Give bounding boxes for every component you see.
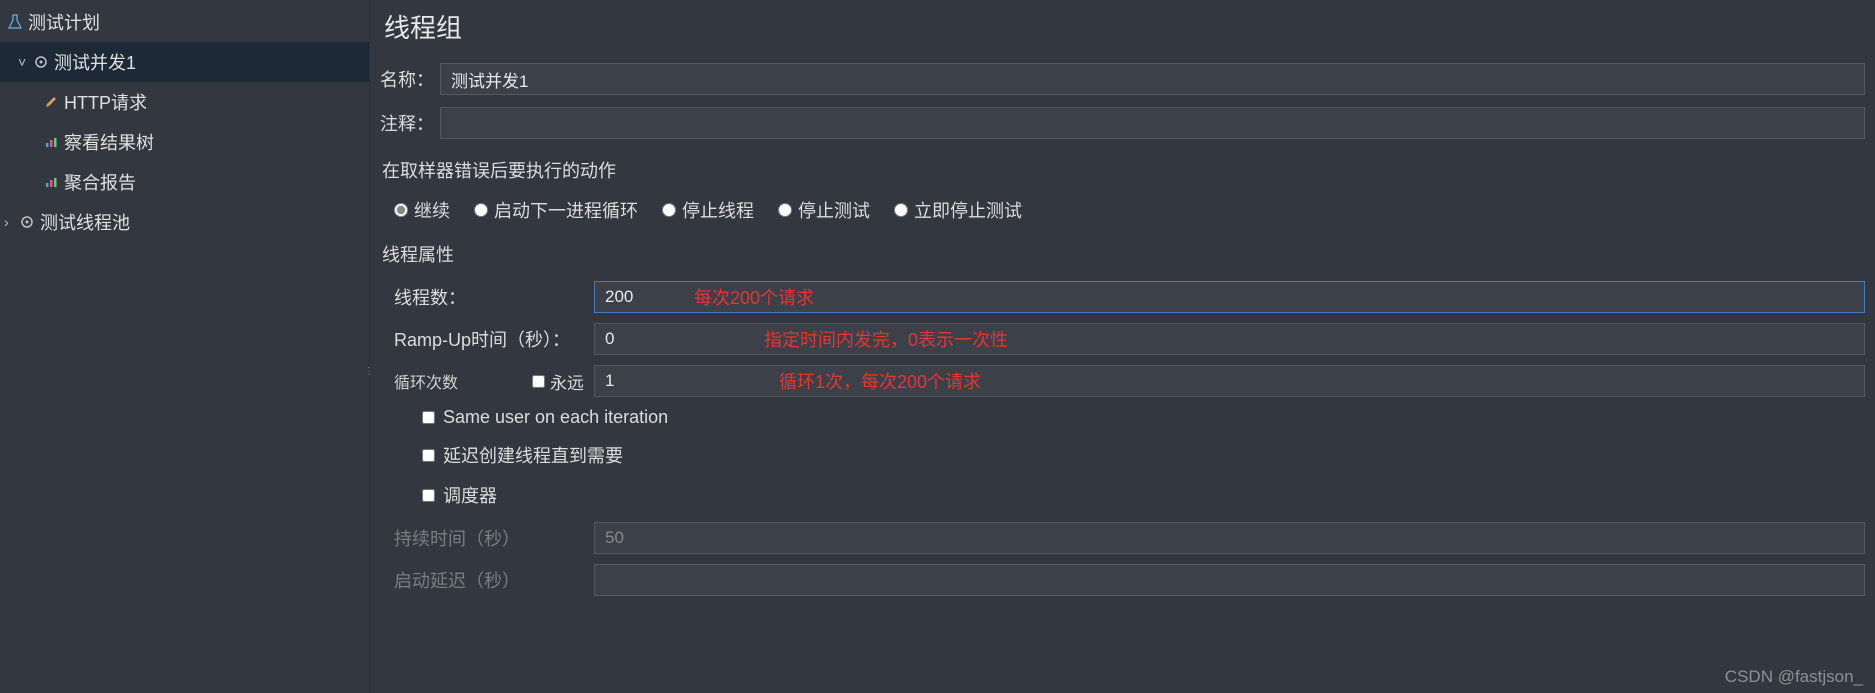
tree-item-thread-pool[interactable]: › 测试线程池 [0, 202, 369, 242]
startup-delay-label: 启动延迟（秒） [394, 567, 594, 593]
radio-continue[interactable]: 继续 [394, 197, 450, 223]
comment-input[interactable] [440, 107, 1865, 139]
duration-label: 持续时间（秒） [394, 525, 594, 551]
duration-input[interactable] [594, 522, 1865, 554]
sidebar: 测试计划 ˅ 测试并发1 HTTP请求 察看结果树 聚合报告 › 测试线程池 [0, 0, 370, 693]
tree-item-label: 察看结果树 [64, 129, 154, 155]
tree-item-http-request[interactable]: HTTP请求 [0, 82, 369, 122]
pencil-icon [42, 95, 60, 109]
name-label: 名称： [380, 66, 440, 92]
gear-icon [18, 214, 36, 230]
tree-item-label: 测试线程池 [40, 209, 130, 235]
radio-stop-thread[interactable]: 停止线程 [662, 197, 754, 223]
tree-item-label: 聚合报告 [64, 169, 136, 195]
tree-item-thread-group-1[interactable]: ˅ 测试并发1 [0, 42, 369, 82]
loops-input[interactable] [594, 365, 1865, 397]
scheduler-checkbox[interactable]: 调度器 [422, 482, 1865, 508]
chart-icon [42, 175, 60, 189]
startup-delay-input[interactable] [594, 564, 1865, 596]
gear-icon [32, 54, 50, 70]
forever-checkbox[interactable]: 永远 [532, 369, 584, 394]
tree-item-label: HTTP请求 [64, 89, 147, 115]
rampup-label: Ramp-Up时间（秒）： [394, 326, 594, 352]
error-action-radio-group: 继续 启动下一进程循环 停止线程 停止测试 立即停止测试 [394, 197, 1865, 223]
same-user-checkbox[interactable]: Same user on each iteration [422, 407, 1865, 428]
page-title: 线程组 [384, 8, 1865, 45]
thread-props-group-label: 线程属性 [382, 241, 1865, 267]
tree-item-aggregate-report[interactable]: 聚合报告 [0, 162, 369, 202]
rampup-input[interactable] [594, 323, 1865, 355]
radio-next-loop[interactable]: 启动下一进程循环 [474, 197, 638, 223]
watermark: CSDN @fastjson_ [1725, 667, 1863, 687]
delay-create-checkbox[interactable]: 延迟创建线程直到需要 [422, 442, 1865, 468]
radio-stop-test[interactable]: 停止测试 [778, 197, 870, 223]
error-action-group-label: 在取样器错误后要执行的动作 [382, 157, 1865, 183]
tree-root-label: 测试计划 [28, 9, 100, 35]
threads-label: 线程数： [394, 284, 594, 310]
tree-item-label: 测试并发1 [54, 49, 136, 75]
flask-icon [6, 14, 24, 30]
splitter-handle[interactable]: ⋮ [364, 370, 372, 374]
chart-icon [42, 135, 60, 149]
caret-right-icon: › [4, 214, 18, 230]
name-input[interactable] [440, 63, 1865, 95]
loops-label: 循环次数 [394, 369, 458, 393]
tree-root-test-plan[interactable]: 测试计划 [0, 2, 369, 42]
comment-label: 注释： [380, 110, 440, 136]
threads-input[interactable] [594, 281, 1865, 313]
main-panel: ⋮ 线程组 名称： 注释： 在取样器错误后要执行的动作 继续 启动下一进程循环 … [370, 0, 1875, 693]
tree-item-view-results-tree[interactable]: 察看结果树 [0, 122, 369, 162]
caret-down-icon: ˅ [18, 54, 32, 70]
radio-stop-test-now[interactable]: 立即停止测试 [894, 197, 1022, 223]
